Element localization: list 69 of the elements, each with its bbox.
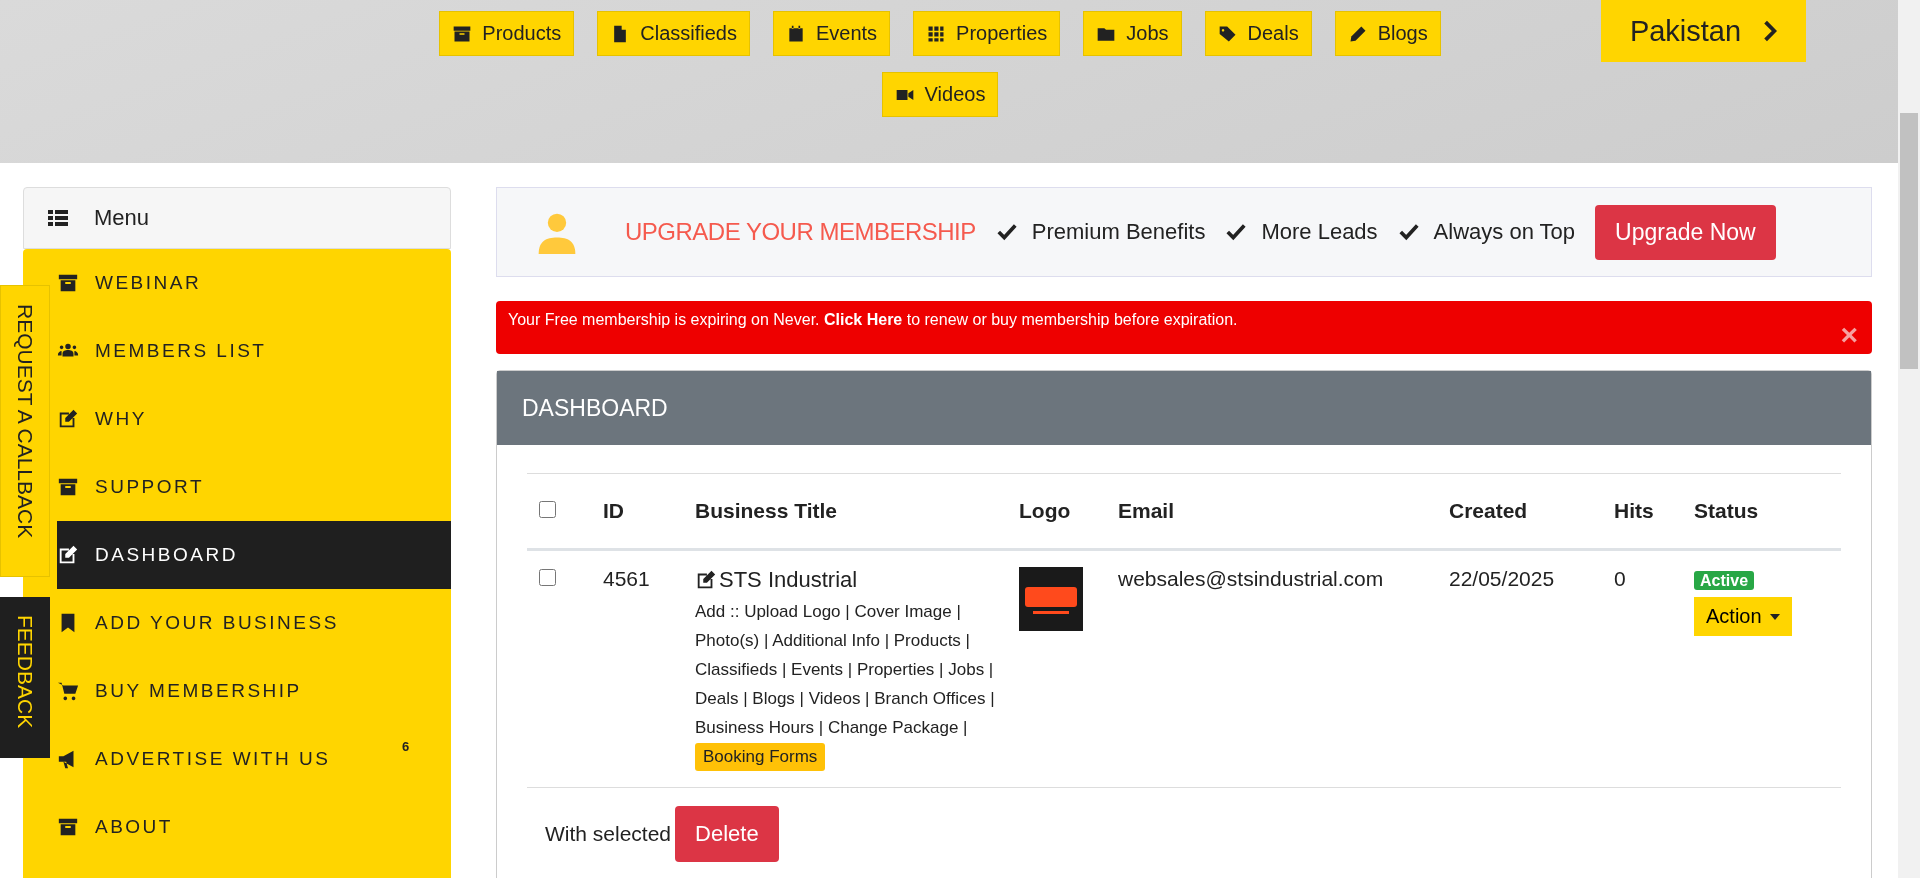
table-cell: 4561 — [603, 567, 650, 590]
nav-button[interactable]: Jobs — [1083, 11, 1182, 56]
archive-icon — [57, 816, 79, 838]
menu-item-label: MEMBERS LIST — [95, 340, 267, 362]
scrollbar[interactable] — [1898, 0, 1920, 878]
menu-item[interactable]: ADVERTISE WITH US 6 — [57, 725, 451, 793]
archive-icon — [57, 272, 79, 294]
column-header: Hits — [1614, 499, 1654, 522]
action-dropdown[interactable]: Action — [1694, 597, 1792, 636]
cart-icon — [57, 680, 79, 702]
nav-button[interactable]: Products — [439, 11, 575, 56]
menu-item-label: WEBINAR — [95, 272, 202, 294]
edit-icon — [695, 569, 717, 591]
booking-forms-button[interactable]: Booking Forms — [695, 743, 826, 771]
menu-item[interactable]: WEBINAR — [57, 249, 451, 317]
column-header: Created — [1449, 499, 1528, 522]
with-selected-label: With selected — [545, 822, 672, 846]
menu-item[interactable]: DASHBOARD — [57, 521, 451, 589]
country-button[interactable]: Pakistan — [1601, 0, 1806, 62]
menu-item-label: BUY MEMBERSHIP — [95, 680, 302, 702]
nav-button[interactable]: Properties — [913, 11, 1061, 56]
menu-item-label: ADVERTISE WITH US — [95, 748, 331, 770]
upgrade-button[interactable]: Upgrade Now — [1595, 204, 1776, 260]
menu-item[interactable]: ADD YOUR BUSINESS — [57, 589, 451, 657]
nav-button[interactable]: Events — [772, 11, 891, 56]
column-header: Status — [1694, 499, 1759, 522]
edit-icon — [57, 544, 79, 566]
card-title: DASHBOARD — [522, 394, 668, 422]
column-header: Business Title — [695, 499, 837, 522]
menu-item-label: ADD YOUR BUSINESS — [95, 612, 339, 634]
side-tab[interactable]: REQUEST A CALLBACK — [0, 285, 50, 577]
status-badge: Active — [1694, 571, 1755, 590]
upgrade-title: UPGRADE YOUR MEMBERSHIP — [625, 218, 976, 246]
menu-item[interactable]: SUPPORT — [57, 453, 451, 521]
table-cell: 22/05/2025 — [1449, 567, 1555, 590]
row-checkbox[interactable] — [539, 569, 556, 586]
select-all-checkbox[interactable] — [539, 501, 556, 518]
edit-icon — [57, 408, 79, 430]
alert-message: Your Free membership is expiring on Never. Click Here to renew or buy membership before expiration. — [508, 310, 1238, 329]
menu-item[interactable]: BUY MEMBERSHIP — [57, 657, 451, 725]
menu-item[interactable]: ABOUT — [57, 793, 451, 861]
delete-button[interactable]: Delete — [675, 806, 779, 862]
benefit-text: More Leads — [1261, 219, 1378, 245]
column-header: ID — [603, 499, 624, 522]
nav-button[interactable]: Videos — [881, 72, 999, 117]
menu-item[interactable]: WHY — [57, 385, 451, 453]
table-cell: 0 — [1614, 567, 1626, 590]
archive-icon — [57, 476, 79, 498]
nav-button[interactable]: Classifieds — [597, 11, 750, 56]
scrollbar-thumb[interactable] — [1900, 113, 1918, 369]
menu-item[interactable]: MEMBERS LIST — [57, 317, 451, 385]
menu-item-label: WHY — [95, 408, 147, 430]
benefit-text: Always on Top — [1433, 219, 1576, 245]
column-header: Logo — [1019, 499, 1071, 522]
menu-item-label: SUPPORT — [95, 476, 204, 498]
count-label: 6 — [402, 739, 410, 754]
menu-title: Menu — [94, 205, 150, 231]
table-cell: websales@stsindustrial.com — [1118, 567, 1384, 590]
menu-item-label: ABOUT — [95, 816, 173, 838]
chevron-right-icon — [1763, 20, 1778, 42]
column-header: Email — [1118, 499, 1175, 522]
side-tab[interactable]: FEEDBACK — [0, 597, 50, 758]
nav-button[interactable]: Blogs — [1334, 11, 1441, 56]
menu-item-label: DASHBOARD — [95, 544, 238, 566]
action-links-text[interactable]: Add :: Upload Logo | Cover Image | Photo(s) | Additional Info | Products | Classifieds | Events | Properties | Jobs | Deals | Blogs | Videos | Branch Offices | Business Hours | Change Package | — [695, 597, 995, 742]
nav-button[interactable]: Deals — [1204, 11, 1312, 56]
caret-icon — [1769, 613, 1780, 620]
business-title-link[interactable]: STS Industrial — [719, 567, 858, 593]
benefit-text: Premium Benefits — [1031, 219, 1206, 245]
